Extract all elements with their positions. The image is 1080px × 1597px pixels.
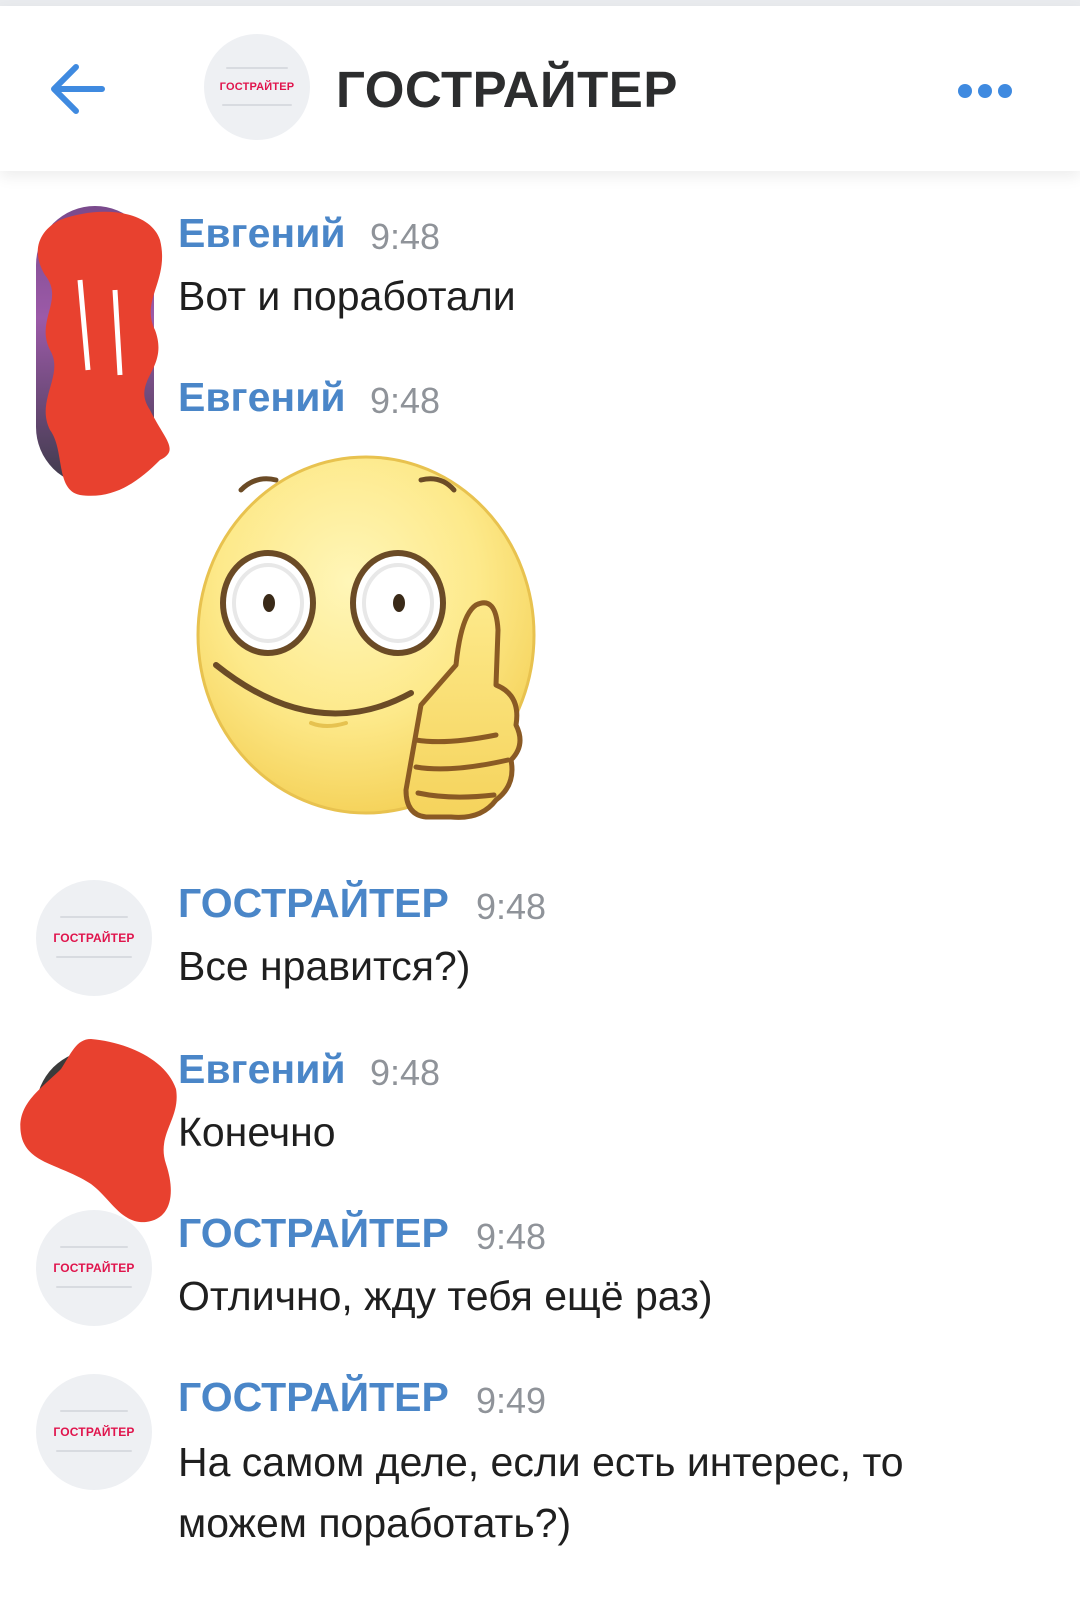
message-author[interactable]: ГОСТРАЙТЕР [178,880,449,927]
message-text: Все нравится?) [178,943,471,989]
thumbs-up-smiley-sticker[interactable] [196,455,558,835]
message-author[interactable]: Евгений [178,1046,346,1093]
group-avatar[interactable]: ГОСТРАЙТЕР [36,880,152,996]
more-dots-icon [958,84,972,98]
message-author[interactable]: ГОСТРАЙТЕР [178,1374,449,1421]
message-text-line: На самом деле, если есть интерес, то [178,1439,904,1485]
redaction-scribble [20,1039,177,1223]
back-button[interactable] [44,54,114,124]
message-author[interactable]: Евгений [178,374,346,421]
arrow-left-icon [51,64,105,114]
group-logo-text: ГОСТРАЙТЕР [53,931,135,945]
group-logo-text: ГОСТРАЙТЕР [219,81,295,93]
message-time: 9:48 [476,886,547,927]
message-text: Отлично, жду тебя ещё раз) [178,1273,713,1319]
chat-screen: ГОСТРАЙТЕР ГОСТРАЙТЕР Евгений 9:48 Вот и… [0,0,1080,1597]
message-time: 9:48 [370,216,441,257]
chat-title[interactable]: ГОСТРАЙТЕР [336,60,678,119]
redaction-scribble [37,211,170,496]
group-logo-text: ГОСТРАЙТЕР [53,1425,135,1439]
message-text: Конечно [178,1109,336,1155]
more-button[interactable] [958,71,1028,111]
message-author[interactable]: Евгений [178,210,346,257]
message-time: 9:48 [370,1052,441,1093]
message-text: Вот и поработали [178,273,516,319]
message-time: 9:49 [476,1380,547,1421]
group-avatar[interactable]: ГОСТРАЙТЕР [204,34,310,140]
chat-header: ГОСТРАЙТЕР ГОСТРАЙТЕР [0,6,1080,171]
group-avatar[interactable]: ГОСТРАЙТЕР [36,1374,152,1490]
group-logo-text: ГОСТРАЙТЕР [53,1261,135,1275]
message-time: 9:48 [370,380,441,421]
message-time: 9:48 [476,1216,547,1257]
message-author[interactable]: ГОСТРАЙТЕР [178,1210,449,1257]
group-avatar[interactable]: ГОСТРАЙТЕР [36,1210,152,1326]
message-text-line: можем поработать?) [178,1500,572,1546]
